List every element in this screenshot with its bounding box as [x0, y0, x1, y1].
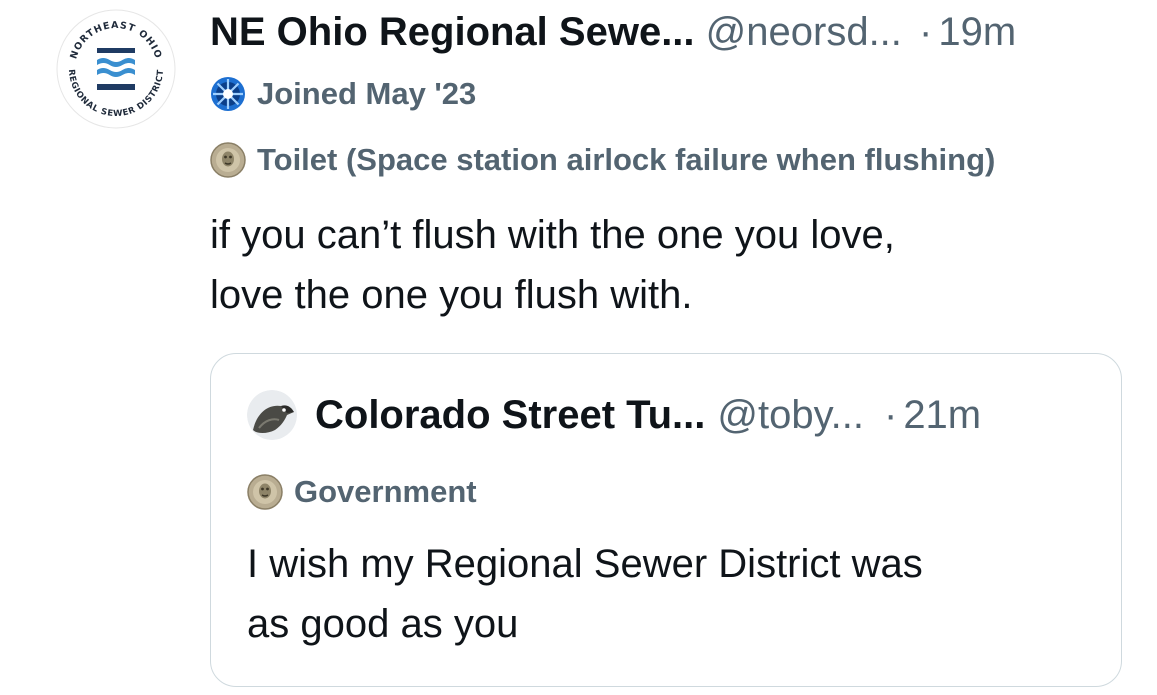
post-body-line: love the one you flush with.: [210, 273, 693, 317]
quote-author-avatar[interactable]: [247, 390, 297, 440]
bird-avatar-icon: [247, 390, 297, 440]
tag-text: Toilet (Space station airlock failure wh…: [257, 142, 996, 177]
quote-tag-text: Government: [294, 474, 477, 509]
tag-coin-icon: [210, 142, 246, 178]
tag-coin-icon: [247, 474, 283, 510]
post-header: NE Ohio Regional Sewe... @neorsd... · 19m: [210, 9, 1016, 55]
quote-body-line: I wish my Regional Sewer District was: [247, 542, 923, 586]
quoted-post[interactable]: Colorado Street Tu... @toby... · 21m Gov…: [210, 353, 1122, 687]
quote-body-line: as good as you: [247, 602, 519, 646]
author-avatar[interactable]: NORTHEAST OHIO REGIONAL SEWER DISTRICT: [55, 8, 177, 130]
post-tag[interactable]: Toilet (Space station airlock failure wh…: [210, 142, 995, 178]
author-handle[interactable]: @neorsd...: [706, 10, 902, 54]
joined-text: Joined May '23: [257, 76, 477, 111]
quote-timestamp[interactable]: 21m: [903, 391, 981, 439]
author-name[interactable]: NE Ohio Regional Sewe...: [210, 10, 695, 54]
sewer-district-logo-icon: NORTHEAST OHIO REGIONAL SEWER DISTRICT: [56, 9, 176, 129]
quote-author-handle[interactable]: @toby...: [717, 391, 864, 439]
quote-body: I wish my Regional Sewer District was as…: [247, 534, 923, 654]
quote-header-separator: ·: [883, 393, 898, 437]
header-separator: ·: [919, 10, 933, 54]
quote-tag[interactable]: Government: [247, 474, 477, 510]
post-timestamp[interactable]: 19m: [938, 10, 1016, 54]
post-card: NORTHEAST OHIO REGIONAL SEWER DISTRICT N…: [0, 0, 1157, 695]
new-member-icon: [211, 77, 245, 111]
quote-author-name[interactable]: Colorado Street Tu...: [315, 391, 705, 439]
post-body-line: if you can’t flush with the one you love…: [210, 213, 895, 257]
joined-badge: Joined May '23: [210, 76, 476, 112]
post-body: if you can’t flush with the one you love…: [210, 205, 1110, 325]
quote-header: Colorado Street Tu... @toby... · 21m: [247, 390, 981, 440]
